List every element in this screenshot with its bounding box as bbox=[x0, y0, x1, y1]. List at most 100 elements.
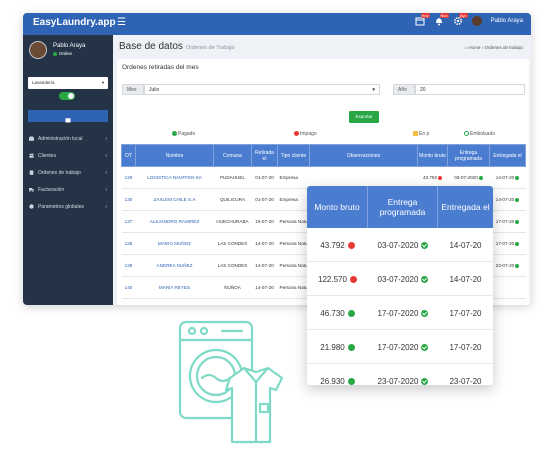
page-title: Base de datos Ordenes de Trabajo bbox=[119, 41, 235, 52]
delivered-date-cell-text: 23-07-20 bbox=[495, 263, 515, 268]
name-cell[interactable]: LOGISTICA NAUFFEN SA bbox=[135, 166, 214, 189]
ot-cell-text: 140 bbox=[124, 285, 133, 290]
zoom-scheduled-cell-text: 03-07-2020 bbox=[377, 240, 419, 250]
name-cell[interactable]: ROXANA CABALLERO bbox=[135, 298, 214, 305]
toggle-switch[interactable] bbox=[59, 92, 75, 100]
sidebar-item-administracion[interactable]: Administración local ‹ bbox=[23, 131, 113, 148]
pickup-date-cell-text: 14-07-20 bbox=[255, 263, 274, 268]
zoom-delivered-cell-text: 17-07-20 bbox=[449, 308, 482, 318]
zoom-delivered-cell: 23-07-20 bbox=[438, 364, 493, 386]
check-icon bbox=[515, 197, 520, 202]
zoom-amount-cell: 43.792 bbox=[307, 228, 368, 262]
zoom-column-header[interactable]: Entregada el bbox=[438, 186, 493, 228]
name-cell-text: LOGISTICA NAUFFEN SA bbox=[147, 175, 202, 180]
column-header[interactable]: Monto bruto bbox=[417, 144, 448, 167]
month-select-value: Julio bbox=[149, 87, 160, 93]
zoom-scheduled-cell: 17-07-2020 bbox=[368, 330, 438, 364]
ot-cell[interactable]: 129 bbox=[121, 166, 136, 189]
check-icon bbox=[421, 343, 429, 351]
app-brand[interactable]: EasyLaundry.app bbox=[33, 17, 116, 28]
store-select-value: Lavandería bbox=[32, 80, 55, 85]
sidebar-item-facturacion[interactable]: Facturación ‹ bbox=[23, 182, 113, 199]
sidebar-item-parametros[interactable]: Parametros globales ‹ bbox=[23, 199, 113, 216]
client-type-cell: Empresa bbox=[277, 166, 310, 189]
ot-cell[interactable]: 130 bbox=[121, 188, 136, 211]
scheduled-date-cell-text: 03-07-2020 bbox=[454, 175, 478, 180]
zoom-delivered-cell-text: 23-07-20 bbox=[449, 376, 482, 386]
zoom-column-header[interactable]: Monto bruto bbox=[307, 186, 368, 228]
check-icon bbox=[421, 275, 429, 283]
zoom-amount-cell-text: 43.792 bbox=[320, 240, 345, 250]
column-header[interactable]: Entregada el bbox=[489, 144, 526, 167]
name-cell[interactable]: ANDREA NUÑEZ bbox=[135, 254, 214, 277]
ot-cell[interactable]: 140 bbox=[121, 276, 136, 299]
zoom-row[interactable]: 21.980 17-07-2020 17-07-20 bbox=[307, 330, 493, 364]
column-header[interactable]: Nombre bbox=[135, 144, 214, 167]
chevron-down-icon: ▼ bbox=[371, 87, 376, 92]
zoom-row[interactable]: 122.570 03-07-2020 14-07-20 bbox=[307, 262, 493, 296]
column-header[interactable]: Tipo cliente bbox=[277, 144, 310, 167]
delivered-date-cell-text: 17-07-20 bbox=[495, 219, 515, 224]
gear-icon[interactable]: Ayo bbox=[453, 13, 468, 26]
pickup-date-cell-text: 15-07-20 bbox=[255, 219, 274, 224]
name-cell-text: ALEJANDRO RAMIREZ bbox=[149, 219, 200, 224]
users-icon bbox=[29, 153, 34, 158]
store-select[interactable]: Lavandería ▼ bbox=[28, 77, 108, 89]
navbar-user-name[interactable]: Pablo Araya bbox=[491, 18, 523, 24]
month-select[interactable]: Julio ▼ bbox=[144, 84, 380, 95]
sidebar-item-ordenes[interactable]: Ordenes de trabajo ‹ bbox=[23, 165, 113, 182]
washing-machine-shirt-icon bbox=[178, 320, 284, 444]
column-header[interactable]: Comuna bbox=[213, 144, 252, 167]
calendar-badge: Hoy bbox=[420, 13, 430, 18]
column-header[interactable]: OT bbox=[121, 144, 136, 167]
sidebar-item-label: Ordenes de trabajo bbox=[38, 170, 81, 176]
zoom-row[interactable]: 43.792 03-07-2020 14-07-20 bbox=[307, 228, 493, 262]
sidebar-item-label: Administración local bbox=[38, 136, 83, 142]
ot-cell[interactable]: 139 bbox=[121, 254, 136, 277]
delivered-date-cell: 23-07-20 bbox=[489, 254, 526, 277]
column-header[interactable]: Retirada el bbox=[251, 144, 278, 167]
sidebar-item-clientes[interactable]: Clientes ‹ bbox=[23, 148, 113, 165]
section-title: Ordenes retiradas del mes bbox=[122, 64, 199, 71]
legend-label: Impago bbox=[300, 131, 317, 137]
export-button[interactable]: Exportar bbox=[349, 111, 379, 123]
calendar-button[interactable] bbox=[28, 110, 108, 123]
pickup-date-cell: 15-07-20 bbox=[251, 210, 278, 233]
name-cell[interactable]: ZAXLEM CHILE S.A bbox=[135, 188, 214, 211]
chevron-down-icon: ▼ bbox=[101, 80, 105, 85]
zoom-amount-cell-text: 122.570 bbox=[318, 274, 347, 284]
calendar-icon[interactable]: Hoy bbox=[415, 13, 430, 26]
zoom-row[interactable]: 46.730 17-07-2020 17-07-20 bbox=[307, 296, 493, 330]
name-cell[interactable]: ALEJANDRO RAMIREZ bbox=[135, 210, 214, 233]
delivered-date-cell: 17-07-20 bbox=[489, 210, 526, 233]
zoom-scheduled-cell-text: 03-07-2020 bbox=[377, 274, 419, 284]
bell-icon[interactable]: Nvo bbox=[434, 13, 449, 26]
check-icon bbox=[478, 175, 483, 180]
zoom-scheduled-cell: 23-07-2020 bbox=[368, 364, 438, 385]
legend-label: Embolsado bbox=[470, 131, 496, 137]
yellow-square-icon bbox=[413, 131, 418, 137]
table-header-row: OT Nombre Comuna Retirada el Tipo client… bbox=[121, 144, 526, 167]
year-input[interactable]: 20 bbox=[415, 84, 525, 95]
ot-cell[interactable]: 137 bbox=[121, 210, 136, 233]
ot-cell[interactable]: 141 bbox=[121, 298, 136, 305]
legend-label: En p bbox=[419, 131, 430, 137]
column-header[interactable]: Observaciones bbox=[309, 144, 418, 167]
comuna-cell-text: ÑUÑOA bbox=[224, 285, 241, 290]
legend-pending: En p bbox=[413, 131, 429, 137]
client-type-cell: Persona Natural bbox=[277, 210, 310, 233]
breadcrumb-home[interactable]: Home bbox=[468, 45, 480, 50]
zoom-delivered-cell: 17-07-20 bbox=[438, 330, 493, 364]
zoom-column-header[interactable]: Entrega programada bbox=[368, 186, 438, 228]
name-cell[interactable]: MARIA REYES bbox=[135, 276, 214, 299]
zoom-row[interactable]: 26.930 23-07-2020 23-07-20 bbox=[307, 364, 493, 386]
ot-cell[interactable]: 138 bbox=[121, 232, 136, 255]
hamburger-icon[interactable]: ☰ bbox=[117, 17, 126, 28]
green-dot-icon bbox=[347, 343, 355, 351]
comuna-cell: LAS CONDES bbox=[213, 254, 252, 277]
name-cell[interactable]: MARIO MUÑOZ bbox=[135, 232, 214, 255]
page-subtitle: Ordenes de Trabajo bbox=[185, 45, 235, 51]
column-header[interactable]: Entrega programada bbox=[447, 144, 490, 167]
sidebar-menu: Administración local ‹ Clientes ‹ Ordene… bbox=[23, 131, 113, 216]
user-avatar[interactable] bbox=[471, 16, 482, 26]
